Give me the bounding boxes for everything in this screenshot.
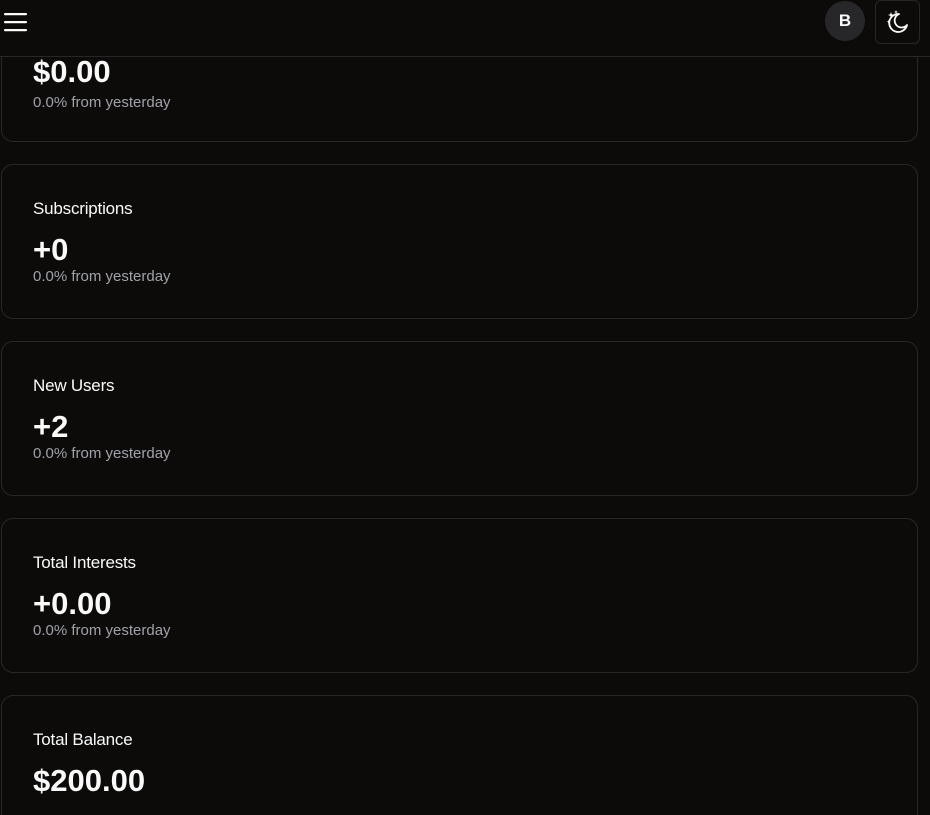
stat-card-value: +0	[33, 232, 69, 267]
stat-card-title: Total Balance	[33, 730, 133, 749]
stat-card-new-users: New Users +2 0.0% from yesterday	[1, 341, 918, 496]
stat-card-total-balance: Total Balance $200.00	[1, 695, 918, 815]
stat-card-title: Subscriptions	[33, 199, 133, 218]
hamburger-menu-icon	[4, 13, 27, 32]
stat-card-value: +2	[33, 409, 69, 444]
stat-card-value: $0.00	[33, 54, 111, 89]
stat-card-subscriptions: Subscriptions +0 0.0% from yesterday	[1, 164, 918, 319]
stat-card-value: $200.00	[33, 763, 146, 798]
stat-card-total-interests: Total Interests +0.00 0.0% from yesterda…	[1, 518, 918, 673]
dashboard-page: $0.00 0.0% from yesterday Subscriptions …	[0, 0, 930, 815]
stat-card-change: 0.0% from yesterday	[33, 622, 171, 639]
theme-toggle-button[interactable]	[875, 0, 920, 44]
top-navbar: B	[0, 0, 930, 57]
menu-button[interactable]	[4, 11, 28, 33]
moon-stars-icon	[886, 10, 908, 33]
avatar-initial: B	[838, 11, 852, 30]
user-avatar[interactable]: B	[825, 1, 865, 41]
stat-card-change: 0.0% from yesterday	[33, 445, 171, 462]
stat-card-change: 0.0% from yesterday	[33, 94, 171, 111]
stat-card-title: New Users	[33, 376, 115, 395]
stat-card-value: +0.00	[33, 586, 112, 621]
stat-card-change: 0.0% from yesterday	[33, 268, 171, 285]
stat-card-title: Total Interests	[33, 553, 136, 572]
